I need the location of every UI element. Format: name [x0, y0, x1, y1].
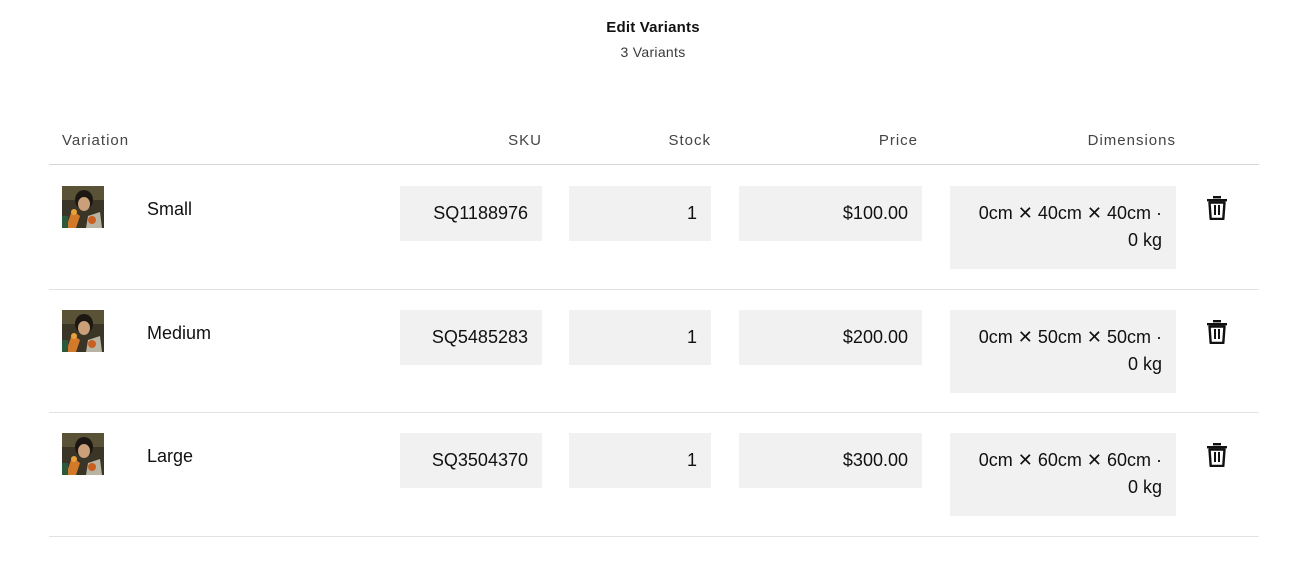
column-header-variation: Variation — [62, 132, 130, 149]
column-header-sku: SKU — [508, 132, 542, 149]
price-input[interactable]: $300.00 — [739, 433, 922, 488]
variant-count: 3 Variants — [620, 44, 686, 60]
column-header-dimensions: Dimensions — [1087, 132, 1176, 149]
sku-input[interactable]: SQ5485283 — [400, 310, 542, 365]
dimensions-field[interactable]: 0cm ✕ 60cm ✕ 60cm · 0 kg — [950, 433, 1176, 516]
dimensions-weight: 0 kg — [1127, 354, 1162, 374]
dimensions-weight: 0 kg — [1127, 230, 1162, 250]
column-header-stock: Stock — [668, 132, 711, 149]
dimensions-weight: 0 kg — [1127, 477, 1162, 497]
dimensions-size: 0cm ✕ 50cm ✕ 50cm · — [978, 327, 1162, 347]
header-divider — [49, 164, 1259, 165]
variant-row: Small SQ1188976 1 $100.00 0cm ✕ 40cm ✕ 4… — [0, 166, 1312, 289]
variant-row: Medium SQ5485283 1 $200.00 0cm ✕ 50cm ✕ … — [0, 290, 1312, 413]
sku-input[interactable]: SQ1188976 — [400, 186, 542, 241]
stock-input[interactable]: 1 — [569, 433, 711, 488]
trash-icon[interactable] — [1206, 196, 1228, 221]
trash-icon[interactable] — [1206, 320, 1228, 345]
variant-name: Large — [147, 446, 194, 466]
dimensions-size: 0cm ✕ 60cm ✕ 60cm · — [978, 450, 1162, 470]
product-thumbnail[interactable] — [62, 186, 104, 228]
variant-row: Large SQ3504370 1 $300.00 0cm ✕ 60cm ✕ 6… — [0, 413, 1312, 536]
variant-name: Medium — [147, 323, 212, 343]
column-header-price: Price — [878, 132, 918, 149]
edit-variants-page: Edit Variants 3 Variants Variation SKU S… — [0, 0, 1312, 582]
trash-icon[interactable] — [1206, 443, 1228, 468]
price-input[interactable]: $100.00 — [739, 186, 922, 241]
row-divider — [49, 536, 1259, 537]
dimensions-size: 0cm ✕ 40cm ✕ 40cm · — [978, 203, 1162, 223]
stock-input[interactable]: 1 — [569, 310, 711, 365]
variant-name: Small — [147, 199, 193, 219]
dimensions-field[interactable]: 0cm ✕ 50cm ✕ 50cm · 0 kg — [950, 310, 1176, 393]
stock-input[interactable]: 1 — [569, 186, 711, 241]
product-thumbnail[interactable] — [62, 310, 104, 352]
dimensions-field[interactable]: 0cm ✕ 40cm ✕ 40cm · 0 kg — [950, 186, 1176, 269]
page-header: Edit Variants 3 Variants — [0, 18, 1306, 61]
sku-input[interactable]: SQ3504370 — [400, 433, 542, 488]
price-input[interactable]: $200.00 — [739, 310, 922, 365]
page-title: Edit Variants — [606, 19, 700, 36]
product-thumbnail[interactable] — [62, 433, 104, 475]
